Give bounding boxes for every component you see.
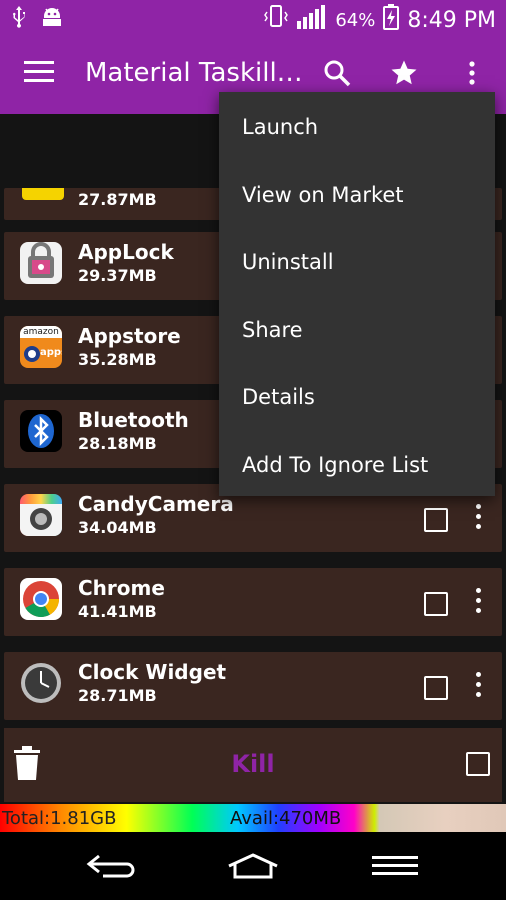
item-overflow-icon[interactable]: [476, 588, 482, 616]
app-title: Material Taskill…: [85, 58, 303, 88]
menu-item-share[interactable]: Share: [242, 318, 303, 342]
clock-widget-icon: [20, 662, 62, 704]
app-size: 29.37MB: [78, 266, 157, 285]
bluetooth-icon: [20, 410, 62, 452]
menu-item-launch[interactable]: Launch: [242, 115, 318, 139]
hamburger-menu-icon[interactable]: [24, 61, 54, 83]
appstore-icon-top-text: amazon: [20, 326, 62, 338]
memory-bar: Total:1.81GB Avail:470MB: [0, 804, 506, 832]
recent-apps-icon[interactable]: [365, 848, 425, 884]
item-overflow-icon[interactable]: [476, 504, 482, 532]
context-menu: Launch View on Market Uninstall Share De…: [219, 92, 495, 496]
applock-icon: [20, 242, 62, 284]
app-size: 28.71MB: [78, 686, 157, 705]
star-icon[interactable]: [387, 56, 421, 90]
app-name: AppLock: [78, 240, 174, 264]
app-size: 34.04MB: [78, 518, 157, 537]
app-name: CandyCamera: [78, 492, 234, 516]
kill-button[interactable]: Kill: [4, 750, 502, 778]
status-bar: 64% 8:49 PM: [0, 0, 506, 36]
memory-total: Total:1.81GB: [2, 808, 117, 829]
vibrate-icon: [263, 4, 289, 36]
chrome-icon: [20, 578, 62, 620]
app-name: Clock Widget: [78, 660, 227, 684]
menu-item-view-on-market[interactable]: View on Market: [242, 183, 404, 207]
menu-item-uninstall[interactable]: Uninstall: [242, 250, 334, 274]
app-name: Bluetooth: [78, 408, 189, 432]
kill-bar: Kill: [4, 728, 502, 802]
appstore-icon: amazon apps: [20, 326, 62, 368]
app-name: Chrome: [78, 576, 165, 600]
select-all-checkbox[interactable]: [466, 752, 490, 776]
overflow-menu-icon[interactable]: [455, 56, 489, 90]
navigation-bar: [0, 832, 506, 900]
appstore-icon-bottom-text: apps: [40, 347, 62, 358]
battery-charging-icon: [383, 4, 400, 36]
battery-percent: 64%: [335, 9, 376, 31]
candycamera-icon: [20, 494, 62, 536]
app-size: 35.28MB: [78, 350, 157, 369]
menu-item-add-to-ignore-list[interactable]: Add To Ignore List: [242, 453, 428, 477]
android-debug-icon: [40, 6, 64, 33]
app-name: Appstore: [78, 324, 181, 348]
menu-item-details[interactable]: Details: [242, 385, 315, 409]
home-icon[interactable]: [223, 848, 283, 884]
item-overflow-icon[interactable]: [476, 672, 482, 700]
clock-time: 8:49 PM: [407, 7, 496, 33]
usb-icon: [12, 6, 26, 33]
list-item[interactable]: Clock Widget 28.71MB: [4, 652, 502, 720]
app-icon: [22, 188, 64, 200]
list-item[interactable]: Chrome 41.41MB: [4, 568, 502, 636]
search-icon[interactable]: [320, 56, 354, 90]
back-icon[interactable]: [81, 848, 141, 884]
select-checkbox[interactable]: [424, 592, 448, 616]
app-size: 28.18MB: [78, 434, 157, 453]
app-size: 41.41MB: [78, 602, 157, 621]
signal-icon: [297, 5, 327, 35]
memory-available: Avail:470MB: [230, 808, 342, 829]
select-checkbox[interactable]: [424, 676, 448, 700]
app-size: 27.87MB: [78, 190, 157, 209]
select-checkbox[interactable]: [424, 508, 448, 532]
